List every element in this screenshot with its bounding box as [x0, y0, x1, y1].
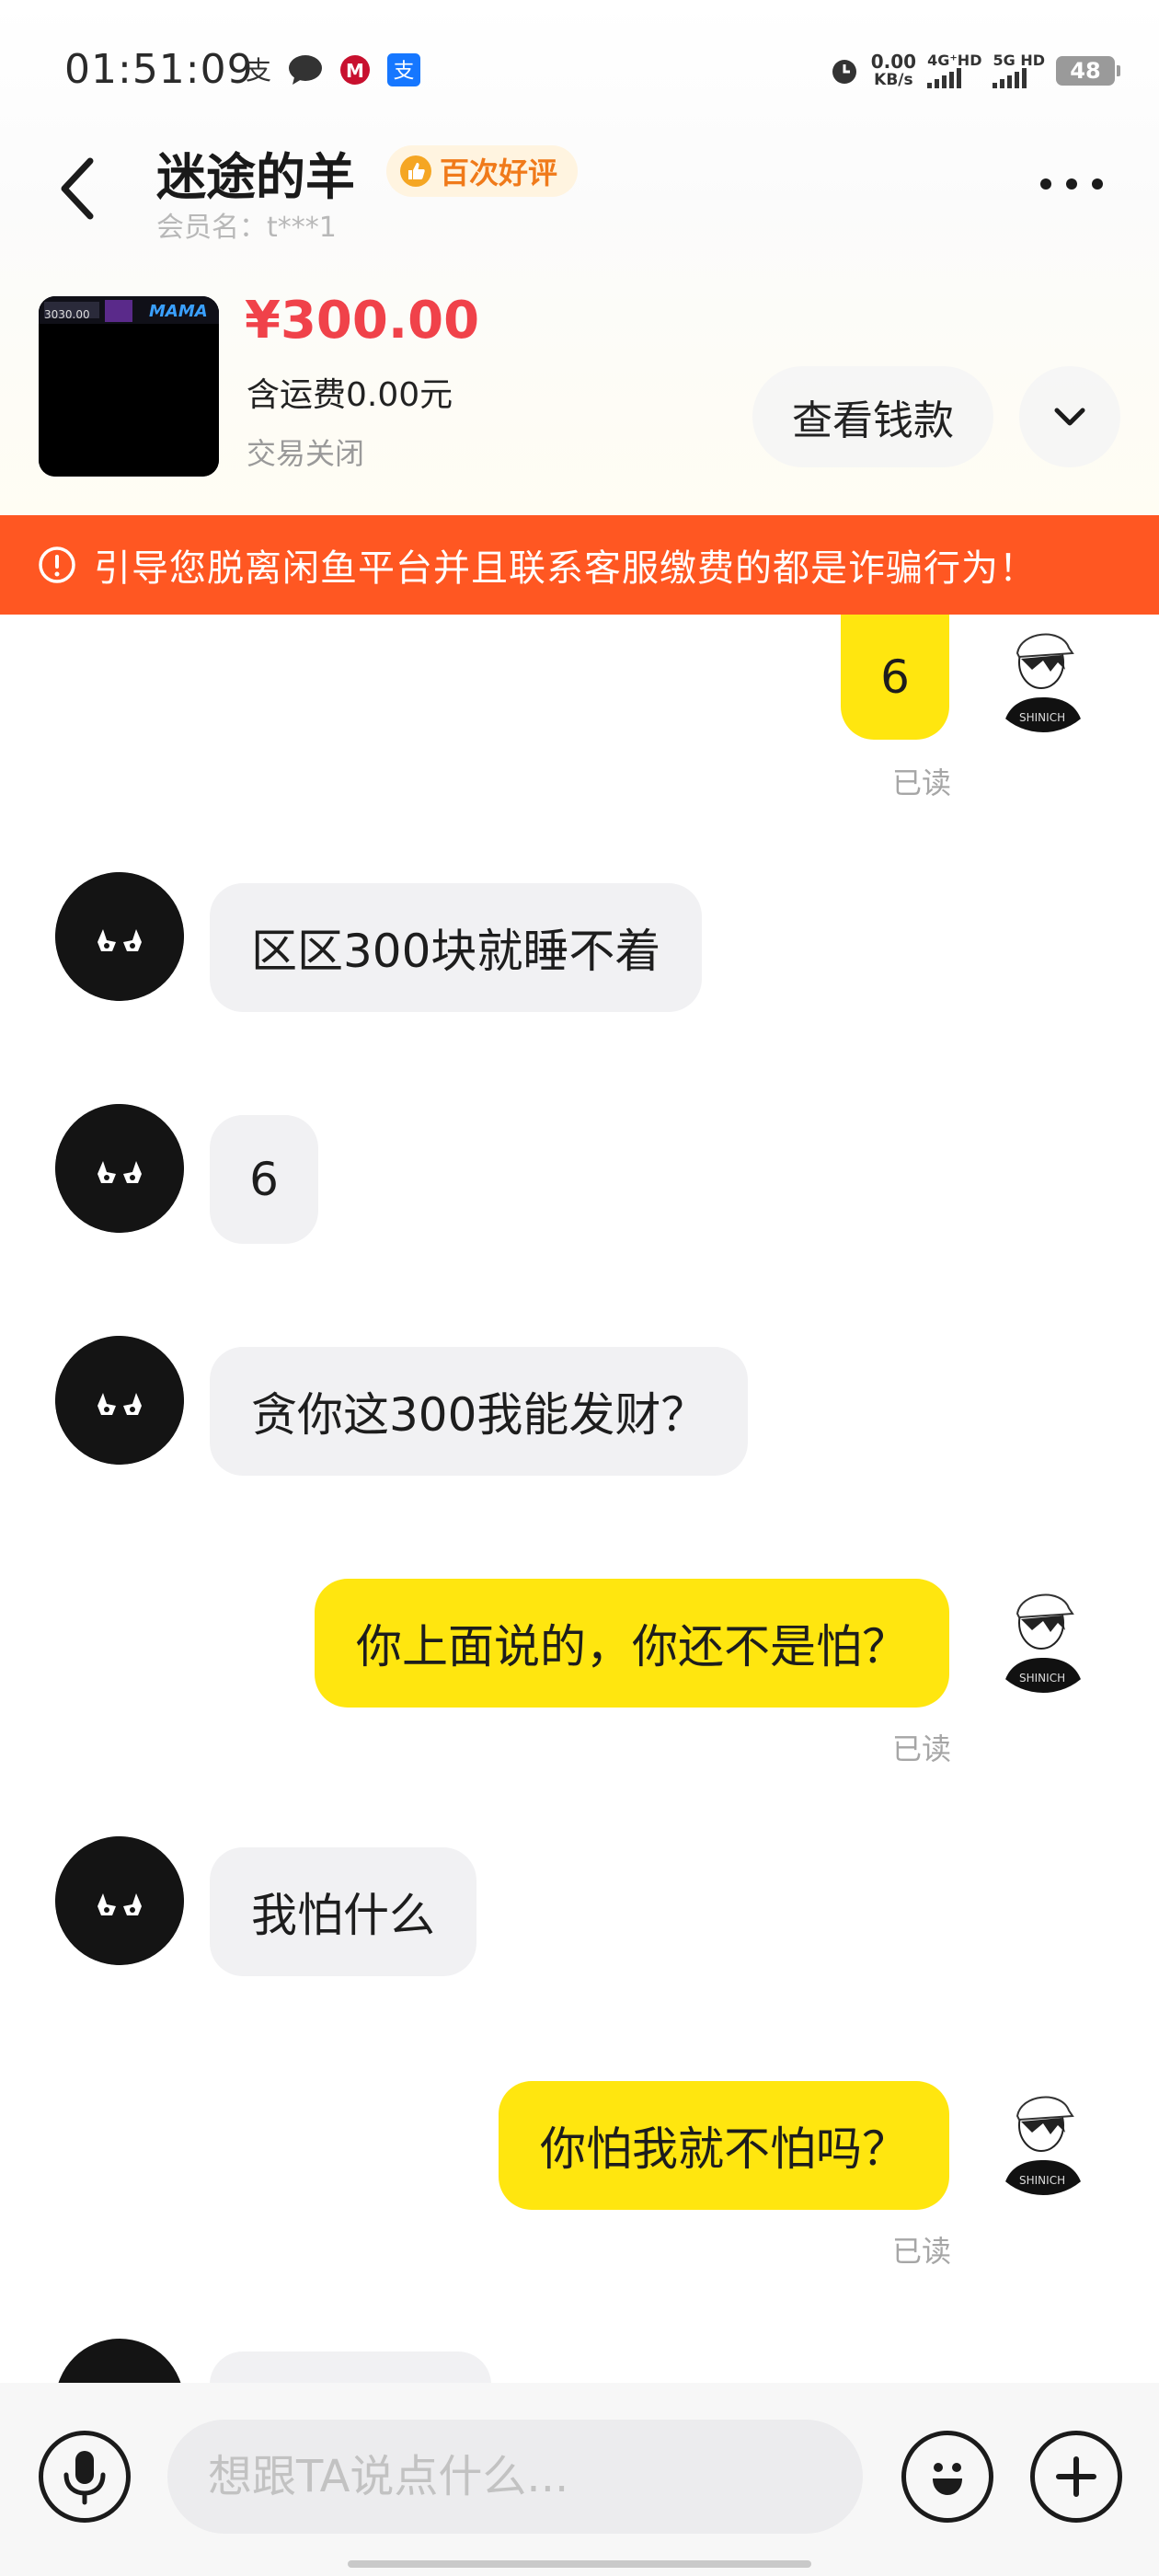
svg-text:支: 支	[394, 60, 415, 84]
voice-button[interactable]	[39, 2431, 131, 2523]
seller-avatar[interactable]	[55, 1836, 184, 1965]
svg-text:M: M	[346, 60, 364, 82]
seller-avatar[interactable]	[55, 2339, 184, 2383]
trade-status: 交易关闭	[247, 436, 365, 471]
home-indicator[interactable]	[348, 2560, 811, 2568]
message-bubble-sent[interactable]: 你上面说的，你还不是怕？	[315, 1579, 949, 1708]
more-actions-button[interactable]	[1030, 2431, 1122, 2523]
warning-text: 引导您脱离闲鱼平台并且联系客服缴费的都是诈骗行为！	[94, 547, 1037, 590]
signal-bars-icon	[993, 68, 1045, 88]
emoji-button[interactable]	[901, 2431, 993, 2523]
message-bubble-received[interactable]: 贪你这300我能发财？	[210, 1347, 749, 1476]
fraud-warning-banner: 引导您脱离闲鱼平台并且联系客服缴费的都是诈骗行为！	[0, 515, 1159, 615]
plus-icon	[1056, 2456, 1096, 2497]
read-receipt: 已读	[891, 1731, 951, 1766]
network-4g: 4G⁺HD	[927, 53, 981, 88]
message-notification-icon	[289, 55, 322, 85]
thumb-text-score: 3030.00	[44, 308, 90, 321]
svg-text:支: 支	[246, 55, 271, 86]
message-bubble-received[interactable]: 区区300块就睡不着	[210, 883, 703, 1012]
thumbs-up-icon	[400, 155, 431, 187]
seller-avatar[interactable]	[55, 872, 184, 1001]
member-name: 会员名：t***1	[156, 212, 337, 244]
product-image: 3030.00 MAMA	[39, 296, 219, 477]
battery-indicator: 48	[1056, 56, 1120, 86]
shipping-info: 含运费0.00元	[247, 376, 453, 414]
chevron-down-icon	[1054, 408, 1085, 426]
product-thumbnail[interactable]: 3030.00 MAMA	[39, 296, 219, 477]
svg-text:SHINICH: SHINICH	[1019, 711, 1065, 724]
smiley-icon	[933, 2463, 962, 2495]
my-avatar[interactable]: SHINICH	[984, 1575, 1102, 1693]
chat-area[interactable]: 6 SHINICH 已读 区区300块就睡不着 6 贪你这300我能发财？ 你上…	[0, 615, 1159, 2383]
back-arrow-icon[interactable]	[52, 152, 107, 225]
net-speed: 0.00 KB/s	[870, 51, 917, 89]
badge-label: 百次好评	[440, 155, 558, 190]
thumb-text-logo: MAMA	[149, 302, 208, 321]
message-bubble-received[interactable]: 我怕什么	[210, 1847, 476, 1976]
alipay-notification-icon: 支	[246, 55, 271, 86]
seller-avatar[interactable]	[55, 1336, 184, 1465]
message-bubble-sent[interactable]: 6	[841, 615, 949, 740]
my-avatar[interactable]: SHINICH	[984, 2077, 1102, 2195]
message-input[interactable]	[167, 2420, 863, 2534]
status-time: 01:51:09	[64, 46, 254, 93]
read-receipt: 已读	[891, 765, 951, 800]
read-receipt: 已读	[891, 2234, 951, 2269]
message-bubble-received[interactable]: 6	[210, 1115, 318, 1244]
alarm-icon	[832, 60, 856, 84]
view-payment-button[interactable]: 查看钱款	[752, 366, 993, 467]
svg-text:SHINICH: SHINICH	[1019, 1672, 1065, 1685]
more-options-icon[interactable]	[1035, 170, 1108, 198]
alipay-app-icon: 支	[387, 53, 420, 86]
product-price: ¥300.00	[245, 291, 480, 351]
message-bubble-sent[interactable]: 你怕我就不怕吗？	[499, 2081, 949, 2210]
bank-notification-icon: M	[340, 55, 370, 85]
rating-badge: 百次好评	[386, 145, 579, 197]
expand-button[interactable]	[1019, 366, 1120, 467]
input-bar	[0, 2383, 1159, 2576]
network-5g: 5G HD	[993, 53, 1045, 88]
seller-name[interactable]: 迷途的羊	[156, 136, 355, 209]
signal-bars-icon	[927, 68, 981, 88]
microphone-icon	[63, 2451, 106, 2505]
my-avatar[interactable]: SHINICH	[984, 615, 1102, 732]
status-bar: 01:51:09 支 M 支 0.00 KB/s 4G⁺HD 5G HD 48	[0, 0, 1159, 138]
warning-icon	[39, 546, 75, 583]
svg-text:SHINICH: SHINICH	[1019, 2174, 1065, 2187]
message-bubble-received[interactable]	[210, 2352, 491, 2383]
seller-avatar[interactable]	[55, 1104, 184, 1233]
